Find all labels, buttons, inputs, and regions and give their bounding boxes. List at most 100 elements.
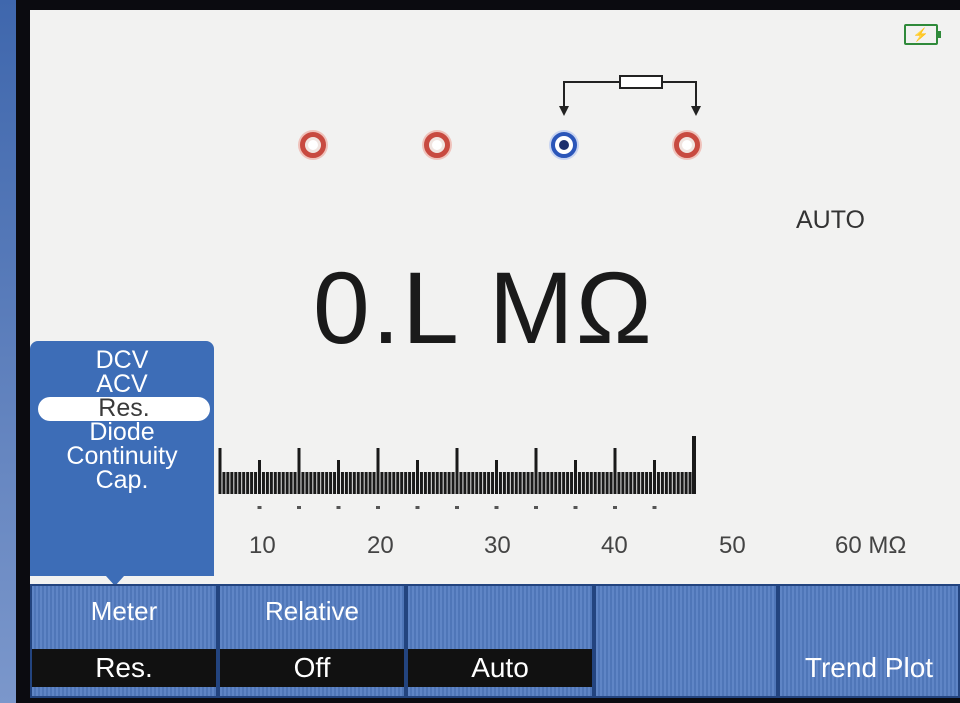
- menu-item-cap[interactable]: Cap.: [30, 468, 214, 493]
- softkey-empty-value: [596, 649, 776, 687]
- scale-marker: [494, 506, 499, 509]
- bar-graph-scale: [218, 436, 696, 509]
- scale-tick: [475, 472, 479, 494]
- scale-tick: [447, 472, 451, 494]
- scale-marker: [652, 506, 657, 509]
- scale-tick: [625, 472, 629, 494]
- scale-tick: [242, 472, 246, 494]
- scale-tick: [660, 472, 664, 494]
- softkey-trend-plot[interactable]: Trend Plot: [778, 584, 960, 698]
- scale-tick: [258, 460, 261, 494]
- scale-tick: [585, 472, 589, 494]
- reading-value: 0.L: [313, 251, 461, 365]
- scale-tick: [419, 472, 423, 494]
- scale-tick: [230, 472, 234, 494]
- scale-tick: [281, 472, 285, 494]
- reading-unit: MΩ: [488, 251, 655, 365]
- scale-tick: [589, 472, 593, 494]
- scale-tick: [526, 472, 530, 494]
- scale-tick: [451, 472, 455, 494]
- scale-tick: [325, 472, 329, 494]
- scale-tick: [368, 472, 372, 494]
- scale-tick: [633, 472, 637, 494]
- function-menu: DCV ACV Res. Diode Continuity Cap.: [30, 341, 214, 576]
- scale-tick: [692, 436, 696, 494]
- scale-tick: [301, 472, 305, 494]
- scale-tick: [676, 472, 680, 494]
- scale-tick: [617, 472, 621, 494]
- scale-tick: [570, 472, 574, 494]
- scale-tick: [388, 472, 392, 494]
- scale-tick: [431, 472, 435, 494]
- scale-tick: [423, 472, 427, 494]
- scale-tick: [400, 472, 404, 494]
- softkey-relative-value: Off: [220, 649, 404, 687]
- scale-tick: [333, 472, 337, 494]
- scale-tick: [297, 448, 301, 494]
- scale-tick: [574, 460, 577, 494]
- softkey-meter[interactable]: Meter Res.: [30, 584, 218, 698]
- scale-tick: [538, 472, 542, 494]
- scale-tick: [337, 460, 340, 494]
- scale-tick: [435, 472, 439, 494]
- scale-tick: [641, 472, 645, 494]
- scale-tick: [265, 472, 269, 494]
- scale-tick: [550, 472, 554, 494]
- scale-tick: [510, 472, 514, 494]
- scale-tick: [273, 472, 277, 494]
- scale-tick: [522, 472, 526, 494]
- scale-marker: [336, 506, 341, 509]
- range-mode-indicator: AUTO: [796, 206, 865, 234]
- scale-tick: [329, 472, 333, 494]
- scale-tick: [554, 472, 558, 494]
- scale-tick: [546, 472, 550, 494]
- scale-tick: [285, 472, 289, 494]
- scale-tick: [518, 472, 522, 494]
- scale-tick: [392, 472, 396, 494]
- scale-tick: [412, 472, 416, 494]
- scale-tick: [562, 472, 566, 494]
- scale-tick: [483, 472, 487, 494]
- softkey-relative-label: Relative: [265, 596, 359, 626]
- scale-label-50: 50: [719, 532, 746, 559]
- scale-tick: [467, 472, 471, 494]
- input-jack-4-icon: [674, 132, 700, 158]
- scale-tick: [471, 472, 475, 494]
- scale-tick: [218, 448, 222, 494]
- input-jack-com-icon: [551, 132, 577, 158]
- scale-marker: [297, 506, 301, 509]
- softkey-meter-value: Res.: [32, 649, 216, 687]
- scale-tick: [680, 472, 684, 494]
- scale-tick: [289, 472, 293, 494]
- scale-tick: [542, 472, 546, 494]
- scale-tick: [593, 472, 597, 494]
- scale-label-40: 40: [601, 532, 628, 559]
- scale-tick: [684, 472, 688, 494]
- scale-tick: [498, 472, 502, 494]
- scale-tick: [269, 472, 273, 494]
- scale-tick: [506, 472, 510, 494]
- scale-tick: [404, 472, 408, 494]
- scale-tick: [364, 472, 368, 494]
- scale-label-20: 20: [367, 532, 394, 559]
- resistor-connection-icon: [559, 75, 701, 116]
- softkey-bar: Meter Res. Relative Off Auto Trend Plot: [30, 584, 960, 698]
- scale-tick: [443, 472, 447, 494]
- scale-tick: [514, 472, 518, 494]
- scale-marker: [455, 506, 459, 509]
- scale-tick: [656, 472, 660, 494]
- scale-tick: [396, 472, 400, 494]
- softkey-empty[interactable]: [594, 584, 778, 698]
- softkey-range[interactable]: Auto: [406, 584, 594, 698]
- softkey-relative[interactable]: Relative Off: [218, 584, 406, 698]
- scale-tick: [313, 472, 317, 494]
- scale-marker: [376, 506, 380, 509]
- scale-tick: [613, 448, 617, 494]
- scale-tick: [305, 472, 309, 494]
- scale-tick: [309, 472, 313, 494]
- multimeter-screen: ⚡ AUTO 0.L MΩ DCV ACV Res. Diode Continui…: [30, 10, 960, 698]
- scale-tick: [226, 472, 230, 494]
- scale-tick: [609, 472, 613, 494]
- scale-tick: [340, 472, 344, 494]
- scale-tick: [649, 472, 653, 494]
